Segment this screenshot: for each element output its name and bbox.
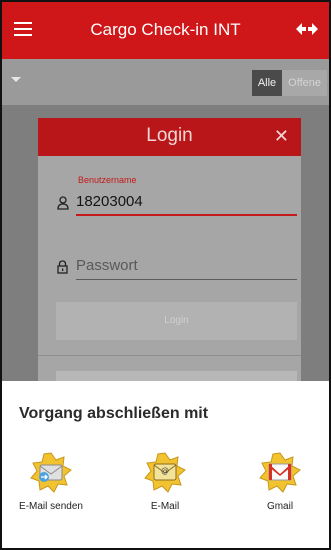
app-label: E-Mail: [150, 501, 180, 512]
password-underline: [76, 279, 297, 280]
segment-open[interactable]: Offene: [282, 70, 327, 96]
app-label: E-Mail senden: [19, 501, 83, 512]
app-title: Cargo Check-in INT: [90, 20, 241, 39]
dialog-divider: [38, 355, 301, 356]
share-app-gmail[interactable]: Gmail: [235, 451, 325, 512]
filter-segmented-control: Alle Offene: [251, 70, 327, 96]
svg-text:@: @: [161, 466, 169, 475]
username-underline: [76, 214, 297, 216]
share-sheet: Vorgang abschließen mit E-Mail senden @ …: [2, 381, 329, 548]
lock-icon: [57, 260, 68, 274]
filter-row: Alle Offene: [2, 59, 329, 105]
gmail-app-icon: [259, 452, 301, 493]
email-app-icon: @: [144, 452, 186, 493]
swap-arrows-icon[interactable]: [295, 19, 319, 39]
password-field[interactable]: Passwort: [76, 257, 138, 274]
caret-down-icon[interactable]: [11, 77, 21, 82]
phone-screen: Cargo Check-in INT Alle Offene Login ✕ B…: [0, 0, 331, 550]
username-label: Benutzername: [78, 175, 137, 185]
email-send-app-icon: [30, 452, 72, 493]
dialog-title: Login: [146, 125, 193, 146]
share-app-email-send[interactable]: E-Mail senden: [6, 451, 96, 512]
segment-all[interactable]: Alle: [251, 70, 283, 96]
app-bar: Cargo Check-in INT: [2, 2, 329, 59]
username-field[interactable]: 18203004: [76, 193, 143, 210]
user-icon: [57, 196, 69, 210]
app-label: Gmail: [266, 501, 294, 512]
dialog-header: Login ✕: [38, 118, 301, 156]
login-button[interactable]: Login: [56, 302, 297, 340]
share-app-email[interactable]: @ E-Mail: [120, 451, 210, 512]
close-icon[interactable]: ✕: [274, 126, 289, 147]
login-dialog: Login ✕ Benutzername 18203004 Passwort L…: [38, 118, 301, 385]
sheet-title: Vorgang abschließen mit: [19, 405, 209, 422]
